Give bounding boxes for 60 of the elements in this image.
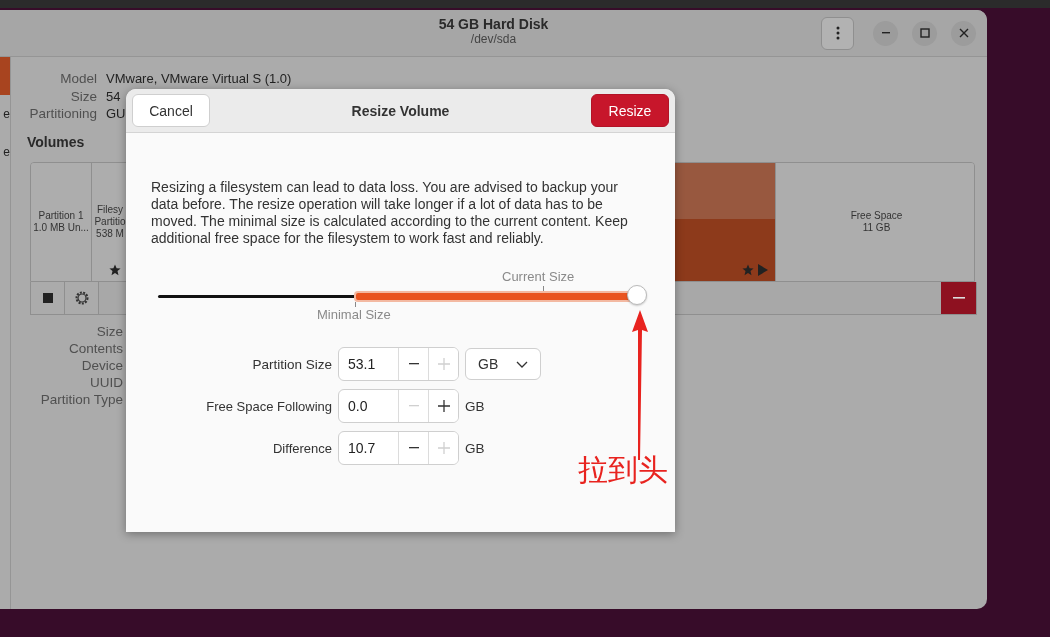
warning-text: Resizing a filesystem can lead to data loss. You are advised to backup your data before. The resize operation will take longer if a lot of data has to be moved. The minimal size is calculated according to the current content. Keep additional free space for the filesystem to work fast and reliably.: [151, 179, 629, 247]
close-button[interactable]: [951, 20, 976, 46]
settings-icon: [73, 289, 90, 306]
segment-label: 1.0 MB Un...: [33, 221, 89, 234]
segment-label: Filesy: [96, 203, 124, 216]
unit-label: GB: [465, 440, 486, 456]
info-value: VMware, VMware Virtual S (1.0): [106, 70, 292, 88]
field-label: Partition Size: [251, 356, 332, 372]
value-input[interactable]: 10.7: [339, 432, 398, 464]
info-label: Model: [60, 70, 97, 88]
minus-icon: [952, 296, 965, 299]
window-title: 54 GB Hard Disk: [438, 16, 549, 32]
info-label: Partitioning: [29, 105, 97, 123]
maximize-icon: [919, 28, 930, 38]
maximize-button[interactable]: [912, 20, 937, 46]
info-label: Device: [80, 356, 123, 374]
info-label: Partition Type: [39, 390, 123, 408]
sidebar-item[interactable]: e: [0, 95, 10, 133]
dialog-title: Resize Volume: [351, 102, 450, 119]
increment-button[interactable]: [428, 390, 458, 422]
info-label: Size: [95, 322, 123, 340]
slider-label: Current Size: [502, 269, 575, 284]
segment-label: Free Space: [850, 209, 903, 222]
cancel-button[interactable]: Cancel: [132, 94, 210, 127]
spin-box[interactable]: 0.0: [338, 389, 459, 423]
spin-box[interactable]: 53.1: [338, 347, 459, 381]
play-icon: [758, 263, 768, 276]
stop-icon: [42, 292, 53, 303]
close-icon: [958, 28, 969, 38]
size-slider[interactable]: [158, 285, 647, 307]
resize-button[interactable]: Resize: [591, 94, 669, 127]
slider-handle[interactable]: [627, 285, 647, 305]
minimize-icon: [881, 32, 890, 34]
segment-label: Partitio: [94, 215, 126, 228]
info-label: Contents: [67, 339, 123, 357]
value-input[interactable]: 53.1: [339, 348, 398, 380]
value-input[interactable]: 0.0: [339, 390, 398, 422]
section-heading: Volumes: [27, 133, 86, 150]
field-label: Free Space Following: [205, 398, 332, 414]
menu-icon: [835, 26, 840, 40]
volume-segment[interactable]: Partition 1 1.0 MB Un...: [31, 162, 92, 281]
spin-box[interactable]: 10.7: [338, 431, 459, 465]
info-label: Size: [70, 87, 97, 105]
unit-dropdown[interactable]: GB: [465, 348, 541, 380]
menu-button[interactable]: [821, 16, 854, 50]
window-subtitle: /dev/sda: [470, 32, 517, 46]
info-value: GU: [106, 105, 126, 123]
segment-label: 538 M: [96, 227, 124, 240]
unit-label: GB: [465, 398, 486, 414]
minimize-button[interactable]: [873, 20, 898, 46]
field-label: Difference: [272, 440, 332, 456]
slider-label: Minimal Size: [317, 307, 391, 322]
chevron-down-icon: [516, 360, 528, 368]
remove-button[interactable]: [941, 281, 976, 314]
info-value: 54: [106, 87, 121, 105]
sidebar-item[interactable]: e: [0, 133, 10, 171]
info-label: UUID: [89, 373, 123, 391]
segment-label: 11 GB: [862, 221, 891, 234]
annotation-text: 拉到头: [578, 452, 668, 488]
segment-label: Partition 1: [38, 209, 84, 222]
